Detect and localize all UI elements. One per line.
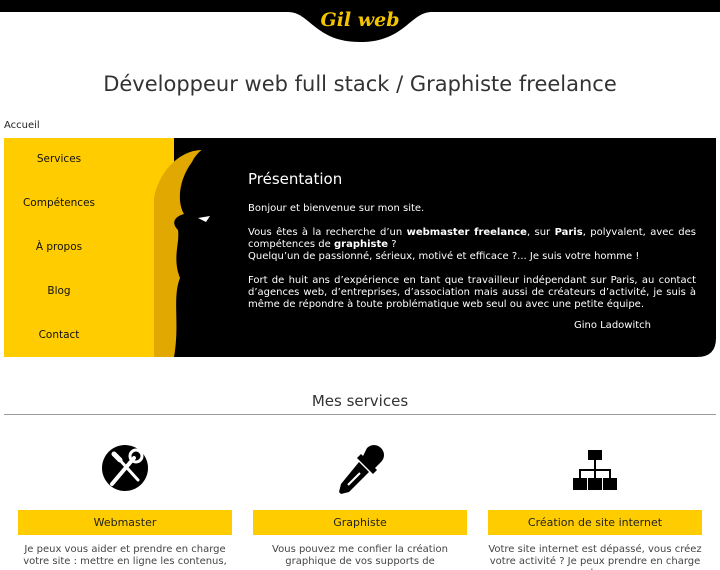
nav-item-contact[interactable]: Contact [4,329,114,341]
nav-item-blog[interactable]: Blog [4,285,114,297]
nav-item-services[interactable]: Services [4,153,114,165]
presentation-title: Présentation [248,170,343,188]
side-navigation: Services Compétences À propos Blog Conta… [4,138,114,357]
services-divider [4,414,716,415]
service-desc-graphiste: Vous pouvez me confier la création graph… [272,544,448,567]
presentation-paragraph-2: Vous êtes à la recherche d’un webmaster … [248,227,696,262]
breadcrumb-home[interactable]: Accueil [4,120,40,131]
service-desc-creation-site: Votre site internet est dépassé, vous cr… [488,544,702,570]
presentation-greeting: Bonjour et bienvenue sur mon site. [248,203,425,214]
tools-icon [18,440,232,496]
nav-item-a-propos[interactable]: À propos [4,241,114,253]
presentation-paragraph-3: Fort de huit ans d’expérience en tant qu… [248,275,696,310]
sitemap-icon [488,440,702,496]
service-label-creation-site[interactable]: Création de site internet [488,510,702,535]
nav-item-competences[interactable]: Compétences [4,197,114,209]
presentation-signature: Gino Ladowitch [573,320,651,331]
site-logo[interactable]: Gil web [0,9,720,31]
presentation-content: Présentation Bonjour et bienvenue sur mo… [248,170,696,344]
eyedropper-icon [253,440,467,496]
service-label-graphiste[interactable]: Graphiste [253,510,467,535]
top-bar: Gil web [0,0,720,42]
service-label-webmaster[interactable]: Webmaster [18,510,232,535]
service-desc-webmaster: Je peux vous aider et prendre en charge … [23,544,227,567]
page-headline: Développeur web full stack / Graphiste f… [103,72,617,96]
services-title: Mes services [311,392,409,410]
